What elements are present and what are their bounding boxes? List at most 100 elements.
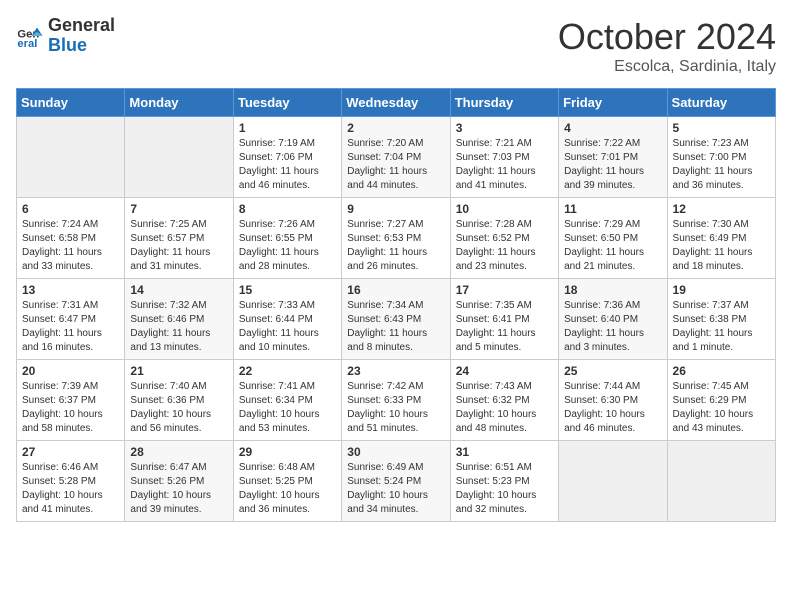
logo-icon: Gen eral xyxy=(16,22,44,50)
calendar-cell: 29 Sunrise: 6:48 AMSunset: 5:25 PMDayligh… xyxy=(233,441,341,522)
calendar-cell: 27 Sunrise: 6:46 AMSunset: 5:28 PMDayligh… xyxy=(17,441,125,522)
day-detail: Sunrise: 7:42 AMSunset: 6:33 PMDaylight:… xyxy=(347,380,444,436)
calendar-cell: 8 Sunrise: 7:26 AMSunset: 6:55 PMDaylight… xyxy=(233,198,341,279)
day-detail: Sunrise: 7:43 AMSunset: 6:32 PMDaylight:… xyxy=(456,380,553,436)
day-detail: Sunrise: 7:30 AMSunset: 6:49 PMDaylight:… xyxy=(673,218,770,274)
weekday-header-thursday: Thursday xyxy=(450,89,558,117)
day-detail: Sunrise: 7:33 AMSunset: 6:44 PMDaylight:… xyxy=(239,299,336,355)
day-detail: Sunrise: 6:48 AMSunset: 5:25 PMDaylight:… xyxy=(239,461,336,517)
day-number: 23 xyxy=(347,364,444,378)
day-detail: Sunrise: 7:45 AMSunset: 6:29 PMDaylight:… xyxy=(673,380,770,436)
day-number: 9 xyxy=(347,202,444,216)
month-title: October 2024 xyxy=(558,16,776,58)
weekday-header-friday: Friday xyxy=(559,89,667,117)
location-title: Escolca, Sardinia, Italy xyxy=(558,58,776,76)
day-number: 8 xyxy=(239,202,336,216)
day-detail: Sunrise: 7:25 AMSunset: 6:57 PMDaylight:… xyxy=(130,218,227,274)
calendar-cell: 11 Sunrise: 7:29 AMSunset: 6:50 PMDayligh… xyxy=(559,198,667,279)
day-detail: Sunrise: 6:47 AMSunset: 5:26 PMDaylight:… xyxy=(130,461,227,517)
day-detail: Sunrise: 7:21 AMSunset: 7:03 PMDaylight:… xyxy=(456,137,553,193)
calendar-cell: 17 Sunrise: 7:35 AMSunset: 6:41 PMDayligh… xyxy=(450,279,558,360)
day-number: 22 xyxy=(239,364,336,378)
calendar-cell: 14 Sunrise: 7:32 AMSunset: 6:46 PMDayligh… xyxy=(125,279,233,360)
day-detail: Sunrise: 7:28 AMSunset: 6:52 PMDaylight:… xyxy=(456,218,553,274)
weekday-header-wednesday: Wednesday xyxy=(342,89,450,117)
weekday-header-sunday: Sunday xyxy=(17,89,125,117)
logo-text: General Blue xyxy=(48,16,115,56)
calendar-cell: 15 Sunrise: 7:33 AMSunset: 6:44 PMDayligh… xyxy=(233,279,341,360)
calendar-cell: 3 Sunrise: 7:21 AMSunset: 7:03 PMDaylight… xyxy=(450,117,558,198)
day-number: 11 xyxy=(564,202,661,216)
day-number: 19 xyxy=(673,283,770,297)
weekday-header-tuesday: Tuesday xyxy=(233,89,341,117)
page-header: Gen eral General Blue October 2024 Escol… xyxy=(16,16,776,76)
day-detail: Sunrise: 7:41 AMSunset: 6:34 PMDaylight:… xyxy=(239,380,336,436)
weekday-header-saturday: Saturday xyxy=(667,89,775,117)
day-detail: Sunrise: 7:22 AMSunset: 7:01 PMDaylight:… xyxy=(564,137,661,193)
day-number: 1 xyxy=(239,121,336,135)
day-detail: Sunrise: 7:36 AMSunset: 6:40 PMDaylight:… xyxy=(564,299,661,355)
day-number: 24 xyxy=(456,364,553,378)
calendar-cell: 4 Sunrise: 7:22 AMSunset: 7:01 PMDaylight… xyxy=(559,117,667,198)
day-number: 7 xyxy=(130,202,227,216)
day-detail: Sunrise: 6:46 AMSunset: 5:28 PMDaylight:… xyxy=(22,461,119,517)
day-detail: Sunrise: 7:39 AMSunset: 6:37 PMDaylight:… xyxy=(22,380,119,436)
calendar-cell: 6Sunrise: 7:24 AMSunset: 6:58 PMDaylight… xyxy=(17,198,125,279)
day-detail: Sunrise: 6:49 AMSunset: 5:24 PMDaylight:… xyxy=(347,461,444,517)
day-detail: Sunrise: 7:34 AMSunset: 6:43 PMDaylight:… xyxy=(347,299,444,355)
day-number: 26 xyxy=(673,364,770,378)
day-number: 15 xyxy=(239,283,336,297)
day-detail: Sunrise: 7:26 AMSunset: 6:55 PMDaylight:… xyxy=(239,218,336,274)
day-number: 31 xyxy=(456,445,553,459)
logo: Gen eral General Blue xyxy=(16,16,115,56)
calendar-cell: 7 Sunrise: 7:25 AMSunset: 6:57 PMDaylight… xyxy=(125,198,233,279)
calendar-cell: 9 Sunrise: 7:27 AMSunset: 6:53 PMDaylight… xyxy=(342,198,450,279)
calendar-cell: 20 Sunrise: 7:39 AMSunset: 6:37 PMDayligh… xyxy=(17,360,125,441)
calendar-cell: 21 Sunrise: 7:40 AMSunset: 6:36 PMDayligh… xyxy=(125,360,233,441)
day-detail: Sunrise: 7:35 AMSunset: 6:41 PMDaylight:… xyxy=(456,299,553,355)
day-number: 27 xyxy=(22,445,119,459)
day-number: 12 xyxy=(673,202,770,216)
calendar-cell: 18 Sunrise: 7:36 AMSunset: 6:40 PMDayligh… xyxy=(559,279,667,360)
day-number: 4 xyxy=(564,121,661,135)
day-detail: Sunrise: 7:32 AMSunset: 6:46 PMDaylight:… xyxy=(130,299,227,355)
day-number: 29 xyxy=(239,445,336,459)
calendar-cell xyxy=(17,117,125,198)
calendar-cell: 12 Sunrise: 7:30 AMSunset: 6:49 PMDayligh… xyxy=(667,198,775,279)
day-number: 10 xyxy=(456,202,553,216)
day-number: 17 xyxy=(456,283,553,297)
day-number: 18 xyxy=(564,283,661,297)
calendar-cell: 22 Sunrise: 7:41 AMSunset: 6:34 PMDayligh… xyxy=(233,360,341,441)
calendar-cell: 24 Sunrise: 7:43 AMSunset: 6:32 PMDayligh… xyxy=(450,360,558,441)
day-detail: Sunrise: 7:27 AMSunset: 6:53 PMDaylight:… xyxy=(347,218,444,274)
calendar-cell: 2Sunrise: 7:20 AMSunset: 7:04 PMDaylight… xyxy=(342,117,450,198)
calendar-table: SundayMondayTuesdayWednesdayThursdayFrid… xyxy=(16,88,776,522)
day-detail: Sunrise: 7:31 AMSunset: 6:47 PMDaylight:… xyxy=(22,299,119,355)
day-detail: Sunrise: 7:40 AMSunset: 6:36 PMDaylight:… xyxy=(130,380,227,436)
day-number: 25 xyxy=(564,364,661,378)
calendar-cell xyxy=(125,117,233,198)
day-detail: Sunrise: 7:23 AMSunset: 7:00 PMDaylight:… xyxy=(673,137,770,193)
calendar-cell: 23 Sunrise: 7:42 AMSunset: 6:33 PMDayligh… xyxy=(342,360,450,441)
day-number: 3 xyxy=(456,121,553,135)
calendar-cell: 19 Sunrise: 7:37 AMSunset: 6:38 PMDayligh… xyxy=(667,279,775,360)
calendar-cell: 10 Sunrise: 7:28 AMSunset: 6:52 PMDayligh… xyxy=(450,198,558,279)
day-detail: Sunrise: 7:29 AMSunset: 6:50 PMDaylight:… xyxy=(564,218,661,274)
day-number: 6 xyxy=(22,202,119,216)
day-number: 21 xyxy=(130,364,227,378)
day-detail: Sunrise: 7:19 AMSunset: 7:06 PMDaylight:… xyxy=(239,137,336,193)
day-number: 5 xyxy=(673,121,770,135)
day-detail: Sunrise: 7:37 AMSunset: 6:38 PMDaylight:… xyxy=(673,299,770,355)
calendar-cell: 13 Sunrise: 7:31 AMSunset: 6:47 PMDayligh… xyxy=(17,279,125,360)
day-number: 20 xyxy=(22,364,119,378)
day-number: 14 xyxy=(130,283,227,297)
day-number: 2 xyxy=(347,121,444,135)
calendar-cell: 28Sunrise: 6:47 AMSunset: 5:26 PMDayligh… xyxy=(125,441,233,522)
calendar-cell: 26 Sunrise: 7:45 AMSunset: 6:29 PMDayligh… xyxy=(667,360,775,441)
day-number: 13 xyxy=(22,283,119,297)
weekday-header-monday: Monday xyxy=(125,89,233,117)
svg-text:eral: eral xyxy=(17,38,37,50)
day-number: 30 xyxy=(347,445,444,459)
calendar-cell: 16Sunrise: 7:34 AMSunset: 6:43 PMDayligh… xyxy=(342,279,450,360)
calendar-cell: 1 Sunrise: 7:19 AMSunset: 7:06 PMDaylight… xyxy=(233,117,341,198)
